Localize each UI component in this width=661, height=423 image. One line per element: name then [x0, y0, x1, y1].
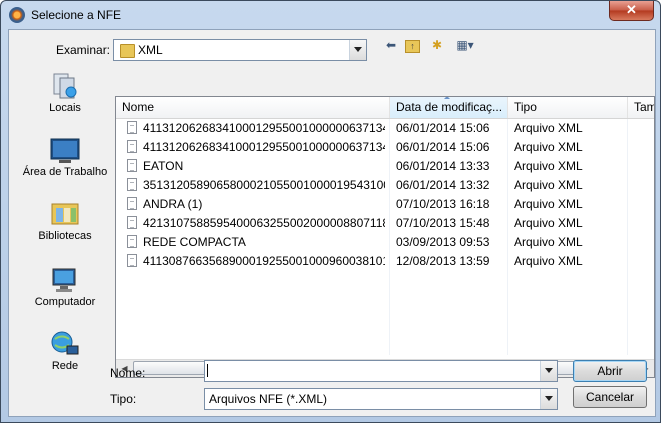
column-header-size[interactable]: Tam [628, 97, 654, 118]
dialog-window: Selecione a NFE ✕ Examinar: XML ⬅ ↑ ✱ ▦▾… [0, 0, 661, 423]
file-name: 35131205890658000210550010000195431008..… [143, 178, 385, 192]
xml-file-icon [127, 254, 137, 267]
place-label: Locais [49, 102, 81, 114]
computer-icon [50, 266, 80, 294]
column-header-name[interactable]: Nome [116, 97, 390, 118]
file-date: 07/10/2013 16:18 [396, 197, 490, 211]
file-type-combo[interactable]: Arquivos NFE (*.XML) [204, 388, 558, 410]
place-computer[interactable]: Computador [20, 266, 110, 309]
file-name: REDE COMPACTA [143, 235, 246, 249]
dialog-client: Examinar: XML ⬅ ↑ ✱ ▦▾ Locais Área de Tr… [8, 29, 656, 417]
desktop-icon [50, 136, 80, 164]
file-date: 12/08/2013 13:59 [396, 254, 490, 268]
place-recent[interactable]: Locais [20, 72, 110, 115]
look-in-combo[interactable]: XML [113, 39, 367, 61]
place-label: Bibliotecas [38, 230, 92, 242]
places-bar: Locais Área de Trabalho Bibliotecas Comp… [20, 66, 110, 376]
column-header-type[interactable]: Tipo [508, 97, 628, 118]
xml-file-icon [127, 178, 137, 191]
file-type: Arquivo XML [514, 140, 583, 154]
file-name: 41131206268341000129550010000006371342..… [143, 121, 385, 135]
file-name: 41130876635689000192550010009600381018..… [143, 254, 385, 268]
file-name: 41131206268341000129550010000006371342..… [143, 140, 385, 154]
xml-file-icon [127, 159, 137, 172]
file-name-dropdown[interactable] [540, 361, 557, 381]
look-in-value: XML [138, 43, 163, 57]
file-date: 06/01/2014 15:06 [396, 121, 490, 135]
file-type-label: Tipo: [110, 392, 137, 406]
file-date: 06/01/2014 13:33 [396, 159, 490, 173]
up-folder-icon[interactable]: ↑ [405, 40, 420, 53]
cancel-button[interactable]: Cancelar [573, 386, 647, 408]
sort-arrow-icon [444, 97, 450, 99]
xml-file-icon [127, 235, 137, 248]
file-date: 06/01/2014 15:06 [396, 140, 490, 154]
new-folder-icon[interactable]: ✱ [429, 38, 445, 52]
open-button[interactable]: Abrir [573, 360, 647, 382]
text-caret [207, 364, 208, 377]
column-header-row: Nome Data de modificaç... Tipo Tam [116, 97, 654, 119]
file-row[interactable]: EATON 06/01/2014 13:33 Arquivo XML [116, 157, 654, 176]
file-row[interactable]: ANDRA (1) 07/10/2013 16:18 Arquivo XML [116, 195, 654, 214]
file-type: Arquivo XML [514, 197, 583, 211]
place-label: Área de Trabalho [22, 166, 108, 178]
file-name-label: Nome: [110, 366, 146, 380]
close-button[interactable]: ✕ [609, 1, 654, 21]
network-icon [50, 330, 80, 358]
file-type: Arquivo XML [514, 159, 583, 173]
xml-file-icon [127, 140, 137, 153]
file-name: ANDRA (1) [143, 197, 203, 211]
look-in-label: Examinar: [56, 43, 111, 57]
file-type-value: Arquivos NFE (*.XML) [209, 392, 328, 406]
place-label: Computador [34, 296, 96, 308]
file-type: Arquivo XML [514, 121, 583, 135]
file-row[interactable]: 41131206268341000129550010000006371342..… [116, 119, 654, 138]
libraries-icon [50, 200, 80, 228]
file-list[interactable]: Nome Data de modificaç... Tipo Tam 41131… [115, 96, 655, 378]
file-name: EATON [143, 159, 184, 173]
file-type: Arquivo XML [514, 178, 583, 192]
title-bar[interactable]: Selecione a NFE ✕ [1, 1, 660, 29]
window-title: Selecione a NFE [31, 8, 122, 22]
place-label: Rede [51, 360, 79, 372]
file-name: 42131075885954000632550020000088071185..… [143, 216, 385, 230]
file-row[interactable]: 41131206268341000129550010000006371342..… [116, 138, 654, 157]
chevron-down-icon[interactable] [349, 40, 366, 60]
place-desktop[interactable]: Área de Trabalho [20, 136, 110, 179]
app-icon [9, 7, 25, 23]
xml-file-icon [127, 216, 137, 229]
place-libraries[interactable]: Bibliotecas [20, 200, 110, 243]
chevron-down-icon[interactable] [540, 389, 557, 409]
file-row[interactable]: 35131205890658000210550010000195431008..… [116, 176, 654, 195]
xml-file-icon [127, 121, 137, 134]
column-header-date[interactable]: Data de modificaç... [390, 97, 508, 118]
file-date: 07/10/2013 15:48 [396, 216, 490, 230]
file-row[interactable]: 42131075885954000632550020000088071185..… [116, 214, 654, 233]
recent-places-icon [50, 72, 80, 100]
file-type: Arquivo XML [514, 254, 583, 268]
folder-icon [120, 44, 135, 58]
file-name-input[interactable] [204, 360, 558, 382]
file-row[interactable]: REDE COMPACTA 03/09/2013 09:53 Arquivo XML [116, 233, 654, 252]
file-date: 06/01/2014 13:32 [396, 178, 490, 192]
place-network[interactable]: Rede [20, 330, 110, 373]
chevron-down-icon[interactable] [541, 361, 557, 381]
file-row[interactable]: 41130876635689000192550010009600381018..… [116, 252, 654, 271]
file-type: Arquivo XML [514, 216, 583, 230]
back-arrow-icon[interactable]: ⬅ [383, 38, 399, 52]
view-menu-icon[interactable]: ▦▾ [453, 38, 477, 52]
file-type: Arquivo XML [514, 235, 583, 249]
file-date: 03/09/2013 09:53 [396, 235, 490, 249]
xml-file-icon [127, 197, 137, 210]
file-rows: 41131206268341000129550010000006371342..… [116, 119, 654, 271]
